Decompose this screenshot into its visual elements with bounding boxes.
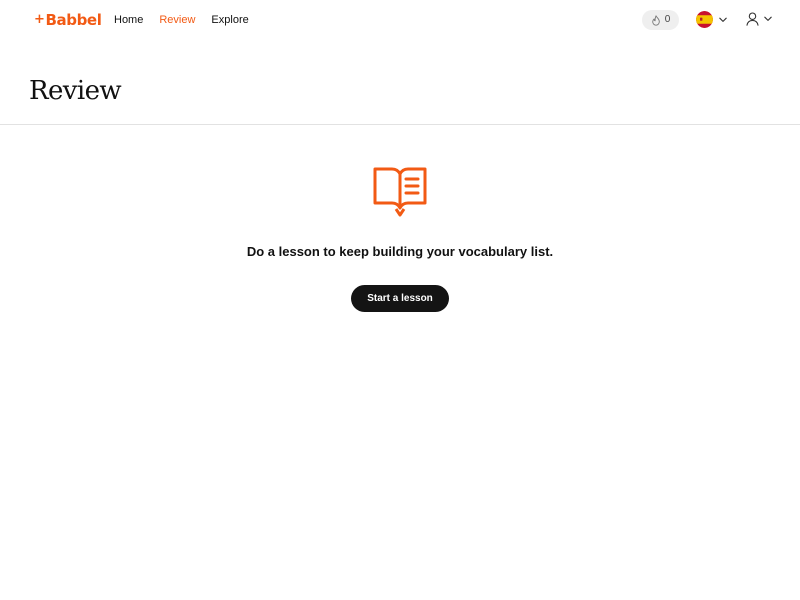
babbel-logo[interactable]: + Babbel: [34, 10, 102, 30]
page: + Babbel Home Review Explore 0 Review Do…: [0, 0, 800, 600]
account-menu[interactable]: [746, 12, 772, 26]
chevron-down-icon: [719, 17, 727, 22]
page-title: Review: [29, 76, 122, 106]
user-icon: [746, 12, 759, 26]
flame-icon: [651, 14, 660, 26]
nav-review-link[interactable]: Review: [159, 12, 195, 28]
start-lesson-button[interactable]: Start a lesson: [351, 285, 449, 312]
streak-counter-button[interactable]: 0: [642, 10, 679, 30]
language-switcher[interactable]: [696, 11, 727, 28]
empty-state: Do a lesson to keep building your vocabu…: [0, 165, 800, 312]
top-navigation: + Babbel Home Review Explore 0: [0, 0, 800, 40]
chevron-down-icon: [764, 16, 772, 21]
spain-flag-icon: [696, 11, 713, 28]
open-book-icon: [373, 167, 427, 217]
empty-state-message: Do a lesson to keep building your vocabu…: [246, 244, 554, 259]
nav-home-link[interactable]: Home: [114, 12, 143, 28]
header-divider: [0, 124, 800, 125]
logo-text: Babbel: [45, 11, 102, 29]
main-nav: Home Review Explore: [114, 12, 265, 28]
streak-count: 0: [664, 14, 671, 25]
nav-explore-link[interactable]: Explore: [211, 12, 248, 28]
logo-plus: +: [34, 12, 45, 27]
